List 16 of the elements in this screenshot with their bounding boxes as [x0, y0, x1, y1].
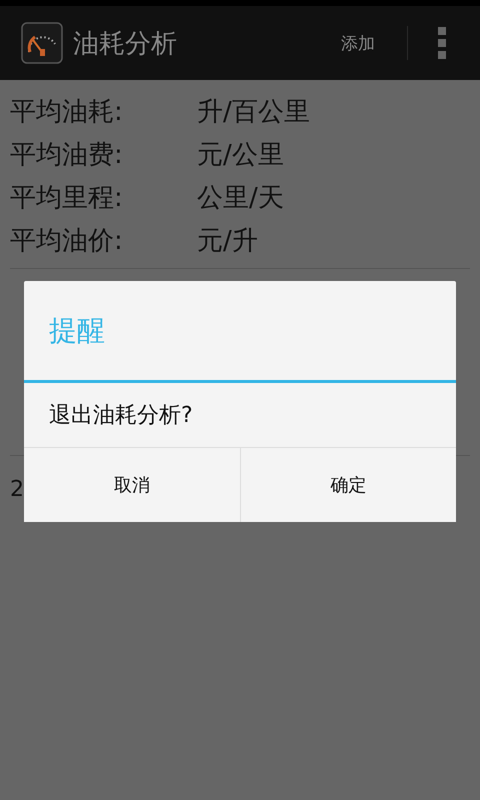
overflow-menu-icon[interactable] — [438, 27, 446, 59]
stat-unit: 元/公里 — [197, 139, 284, 172]
gauge-icon[interactable] — [21, 22, 63, 64]
stat-label: 平均里程: — [10, 182, 124, 215]
dialog-button[interactable]: 确定 — [240, 448, 456, 522]
add-button[interactable]: 添加 — [331, 24, 385, 62]
stat-unit: 元/升 — [197, 225, 258, 258]
stat-label: 平均油费: — [10, 139, 124, 172]
stat-label: 平均油耗: — [10, 96, 124, 129]
app-title: 油耗分析 — [73, 28, 177, 60]
record-text: 2 — [10, 477, 24, 502]
stat-label: 平均油价: — [10, 225, 124, 258]
stat-unit: 公里/天 — [197, 182, 284, 215]
stat-unit: 升/百公里 — [197, 96, 310, 129]
dialog-message: 退出油耗分析? — [49, 402, 193, 430]
dialog-title: 提醒 — [49, 312, 105, 348]
